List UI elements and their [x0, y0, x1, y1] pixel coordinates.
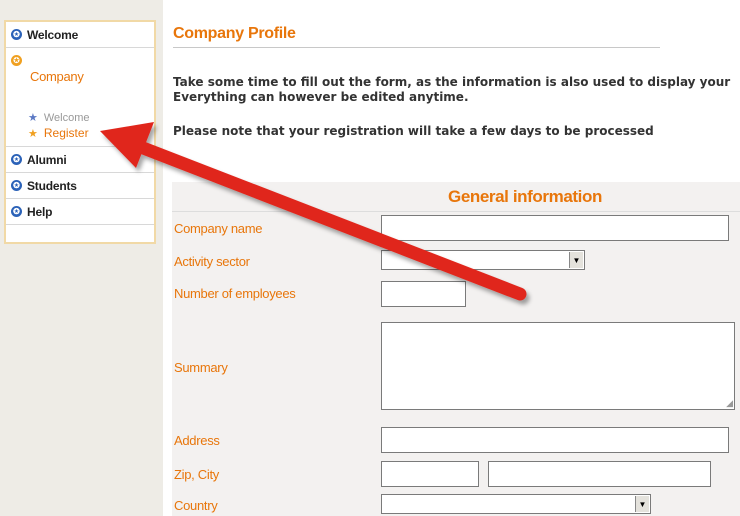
address-input[interactable] — [381, 427, 729, 453]
summary-label: Summary — [174, 360, 228, 375]
page-title: Company Profile — [173, 25, 296, 42]
star-icon: ★ — [28, 112, 38, 124]
intro-text-line-1: Take some time to fill out the form, as … — [173, 75, 731, 89]
nav-bullet-icon: ✪ — [11, 180, 22, 191]
nav-item-label: Welcome — [27, 27, 79, 42]
sidebar-nav: ✪ Welcome ✪ Company ★ Welcome ★ Register… — [4, 20, 156, 244]
subnav-item-welcome[interactable]: ★ Welcome — [28, 111, 90, 125]
subnav-item-label: Register — [43, 126, 89, 140]
address-label: Address — [174, 433, 220, 448]
form-section-title: General information — [448, 187, 602, 206]
nav-item-alumni[interactable]: ✪ Alumni — [6, 147, 154, 173]
country-label: Country — [174, 498, 218, 513]
dropdown-arrow-icon[interactable]: ▼ — [569, 252, 583, 268]
company-name-input[interactable] — [381, 215, 729, 241]
nav-bullet-icon: ✪ — [11, 206, 22, 217]
intro-text-line-2: Everything can however be edited anytime… — [173, 90, 469, 104]
subnav-item-register[interactable]: ★ Register — [28, 126, 89, 140]
subnav-item-label: Welcome — [43, 111, 90, 124]
city-input[interactable] — [488, 461, 711, 487]
nav-item-students[interactable]: ✪ Students — [6, 173, 154, 199]
nav-item-help[interactable]: ✪ Help — [6, 199, 154, 225]
nav-item-label: Alumni — [27, 152, 67, 167]
employees-label: Number of employees — [174, 286, 296, 301]
active-bullet-icon: ✪ — [11, 55, 22, 66]
title-divider — [173, 47, 660, 48]
zip-city-label: Zip, City — [174, 467, 219, 482]
summary-textarea[interactable]: ◢ — [381, 322, 735, 410]
employees-input[interactable] — [381, 281, 466, 307]
nav-bullet-icon: ✪ — [11, 29, 22, 40]
nav-item-company: ✪ Company ★ Welcome ★ Register — [6, 49, 154, 147]
star-icon: ★ — [28, 127, 38, 140]
processing-note: Please note that your registration will … — [173, 124, 654, 138]
nav-item-company-label[interactable]: Company — [30, 69, 84, 84]
form-section-divider — [172, 211, 740, 212]
zip-input[interactable] — [381, 461, 479, 487]
activity-sector-select[interactable]: ▼ — [381, 250, 585, 270]
resize-handle-icon[interactable]: ◢ — [726, 399, 733, 408]
dropdown-arrow-icon[interactable]: ▼ — [635, 496, 649, 512]
nav-item-label: Students — [27, 178, 77, 193]
country-select[interactable]: ▼ — [381, 494, 651, 514]
nav-item-label: Help — [27, 204, 53, 219]
nav-bullet-icon: ✪ — [11, 154, 22, 165]
nav-item-welcome[interactable]: ✪ Welcome — [6, 22, 154, 48]
activity-sector-label: Activity sector — [174, 254, 250, 269]
company-name-label: Company name — [174, 221, 263, 236]
